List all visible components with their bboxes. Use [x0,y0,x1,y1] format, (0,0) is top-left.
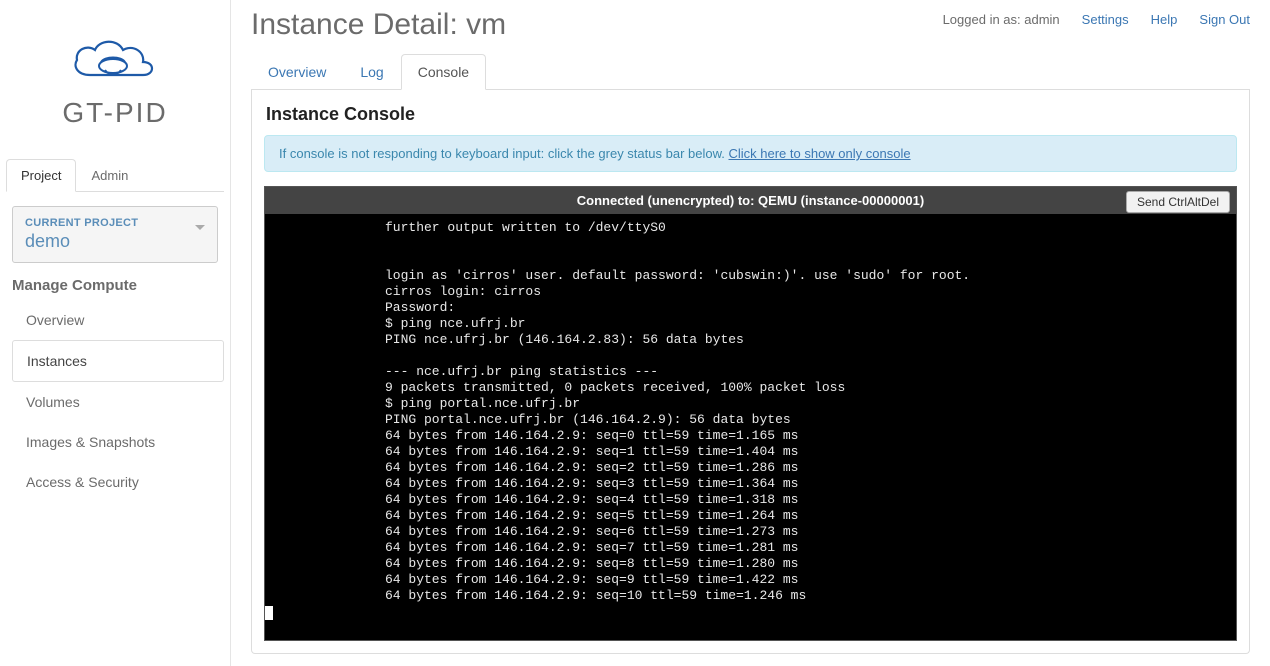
sidebar-item-access-security[interactable]: Access & Security [12,462,224,502]
help-link[interactable]: Help [1151,12,1178,27]
sidebar-item-volumes[interactable]: Volumes [12,382,224,422]
project-selector-label: CURRENT PROJECT [25,217,205,229]
project-selector[interactable]: CURRENT PROJECT demo [12,206,218,263]
chevron-down-icon [195,225,205,230]
page-title-name: vm [466,8,506,41]
tab-overview[interactable]: Overview [251,54,343,90]
cursor-icon [265,606,273,620]
vnc-status-text: Connected (unencrypted) to: QEMU (instan… [577,193,924,208]
page-title-prefix: Instance Detail: [251,8,466,41]
info-text: If console is not responding to keyboard… [279,146,728,161]
brand-text: GT-PID [10,97,220,129]
project-selector-value: demo [25,231,205,252]
user-links: Logged in as: admin Settings Help Sign O… [943,8,1250,27]
cloud-logo-icon [65,30,165,90]
page-title: Instance Detail: vm [251,8,506,42]
show-only-console-link[interactable]: Click here to show only console [728,146,910,161]
logged-in-as: Logged in as: admin [943,12,1060,27]
sidebar-nav: Overview Instances Volumes Images & Snap… [12,300,224,502]
topbar: Instance Detail: vm Logged in as: admin … [231,0,1270,42]
sidebar: GT-PID Project Admin CURRENT PROJECT dem… [0,0,230,666]
panel-title: Instance Console [266,104,1237,125]
console-panel: Instance Console If console is not respo… [251,90,1250,654]
sidebar-item-instances[interactable]: Instances [12,340,224,382]
sidebar-section-title: Manage Compute [12,277,218,294]
sidebar-item-overview[interactable]: Overview [12,300,224,340]
tab-console[interactable]: Console [401,54,486,90]
tab-log[interactable]: Log [343,54,400,90]
console-output[interactable]: further output written to /dev/ttyS0 log… [265,214,1236,640]
sidebar-tab-project[interactable]: Project [6,159,76,192]
send-ctrlaltdel-button[interactable]: Send CtrlAltDel [1126,191,1230,213]
main-content: Instance Detail: vm Logged in as: admin … [230,0,1270,666]
sign-out-link[interactable]: Sign Out [1199,12,1250,27]
console-info-box: If console is not responding to keyboard… [264,135,1237,172]
vnc-frame: Connected (unencrypted) to: QEMU (instan… [264,186,1237,641]
brand-logo: GT-PID [0,10,230,159]
detail-tabs: Overview Log Console [251,54,1250,90]
sidebar-top-tabs: Project Admin [6,159,224,192]
sidebar-tab-admin[interactable]: Admin [76,159,143,192]
settings-link[interactable]: Settings [1082,12,1129,27]
sidebar-item-images-snapshots[interactable]: Images & Snapshots [12,422,224,462]
vnc-status-bar[interactable]: Connected (unencrypted) to: QEMU (instan… [265,187,1236,214]
